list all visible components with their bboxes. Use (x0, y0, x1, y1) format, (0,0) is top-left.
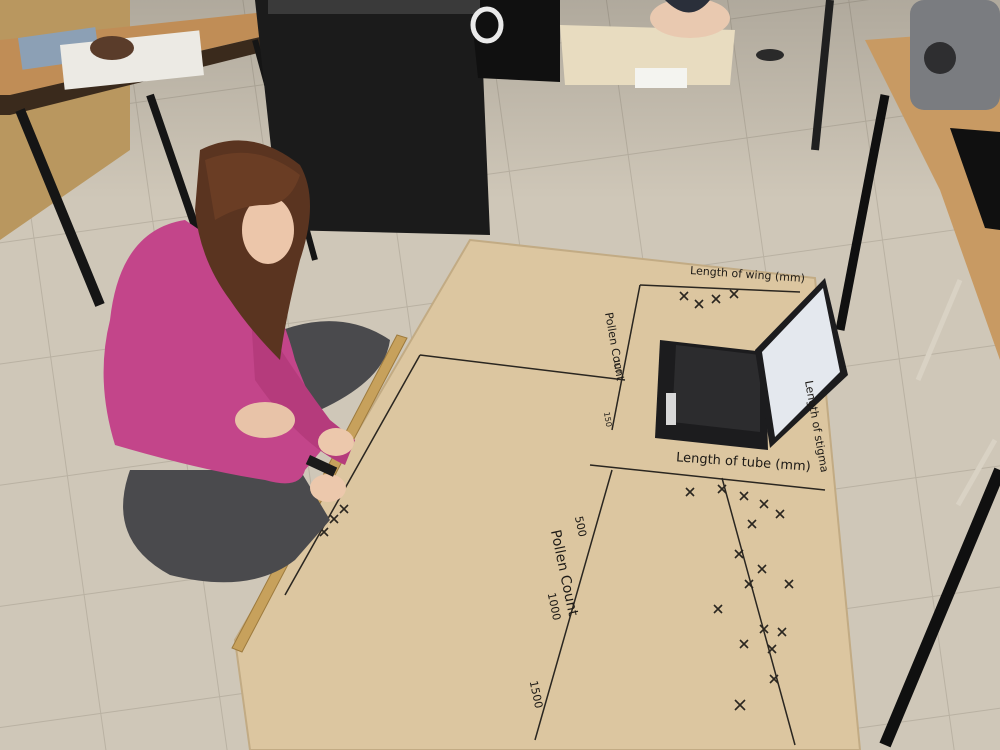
classroom-photo (0, 0, 1000, 750)
